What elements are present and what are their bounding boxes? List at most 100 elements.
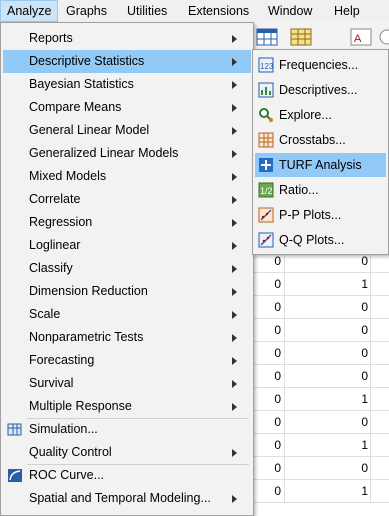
turf-analysis-icon bbox=[258, 157, 274, 173]
table-cell[interactable]: 0 bbox=[252, 411, 285, 433]
submenu-item-label: P-P Plots... bbox=[279, 208, 342, 222]
table-cell[interactable] bbox=[371, 319, 389, 341]
table-cell[interactable]: 0 bbox=[285, 296, 371, 318]
table-cell[interactable] bbox=[371, 296, 389, 318]
table-cell[interactable]: 0 bbox=[252, 342, 285, 364]
table-cell[interactable] bbox=[371, 365, 389, 387]
crosstabs-icon bbox=[258, 132, 274, 148]
submenu-arrow-icon bbox=[232, 495, 237, 503]
submenu-item-explore[interactable]: Explore... bbox=[255, 103, 386, 127]
table-row: 00 bbox=[252, 319, 389, 342]
menu-item-compare-means[interactable]: Compare Means bbox=[3, 96, 251, 119]
menu-item-label: Quality Control bbox=[29, 445, 112, 459]
chart-tool-icon[interactable]: A bbox=[350, 28, 372, 46]
submenu-arrow-icon bbox=[232, 173, 237, 181]
submenu-item-descriptives[interactable]: Descriptives... bbox=[255, 78, 386, 102]
table-cell[interactable] bbox=[371, 388, 389, 410]
table-cell[interactable] bbox=[371, 411, 389, 433]
pp-plots-icon bbox=[258, 207, 274, 223]
table-cell[interactable]: 0 bbox=[252, 296, 285, 318]
menu-item-generalized-linear-models[interactable]: Generalized Linear Models bbox=[3, 142, 251, 165]
submenu-arrow-icon bbox=[232, 334, 237, 342]
table-cell[interactable] bbox=[371, 273, 389, 295]
table-icon[interactable] bbox=[256, 28, 278, 46]
menu-item-classify[interactable]: Classify bbox=[3, 257, 251, 280]
table-cell[interactable] bbox=[371, 457, 389, 479]
table-cell[interactable]: 0 bbox=[252, 388, 285, 410]
submenu-arrow-icon bbox=[232, 104, 237, 112]
menu-item-label: Descriptive Statistics bbox=[29, 54, 145, 68]
menu-item-scale[interactable]: Scale bbox=[3, 303, 251, 326]
table-cell[interactable] bbox=[371, 480, 389, 502]
menu-item-multiple-response[interactable]: Multiple Response bbox=[3, 395, 251, 418]
submenu-arrow-icon bbox=[232, 242, 237, 250]
submenu-item-p-p-plots[interactable]: P-P Plots... bbox=[255, 203, 386, 227]
toolbar: A bbox=[252, 22, 389, 52]
table-cell[interactable]: 1 bbox=[285, 273, 371, 295]
menu-item-reports[interactable]: Reports bbox=[3, 27, 251, 50]
submenu-arrow-icon bbox=[232, 127, 237, 135]
menu-graphs[interactable]: Graphs bbox=[60, 0, 113, 22]
menu-utilities[interactable]: Utilities bbox=[121, 0, 173, 22]
table-cell[interactable]: 0 bbox=[252, 273, 285, 295]
submenu-arrow-icon bbox=[232, 35, 237, 43]
table-cell[interactable]: 0 bbox=[252, 319, 285, 341]
menu-item-nonparametric-tests[interactable]: Nonparametric Tests bbox=[3, 326, 251, 349]
table-row: 00 bbox=[252, 457, 389, 480]
menu-item-descriptive-statistics[interactable]: Descriptive Statistics bbox=[3, 50, 251, 73]
submenu-item-ratio[interactable]: 1/2 Ratio... bbox=[255, 178, 386, 202]
submenu-item-label: Ratio... bbox=[279, 183, 319, 197]
grid-table-icon[interactable] bbox=[290, 28, 312, 46]
menu-item-forecasting[interactable]: Forecasting bbox=[3, 349, 251, 372]
menu-item-regression[interactable]: Regression bbox=[3, 211, 251, 234]
table-cell[interactable]: 1 bbox=[285, 388, 371, 410]
circle-tool-icon[interactable] bbox=[376, 28, 389, 46]
submenu-arrow-icon bbox=[232, 403, 237, 411]
frequencies-icon: 123 bbox=[258, 57, 274, 73]
table-cell[interactable]: 0 bbox=[252, 457, 285, 479]
explore-icon bbox=[258, 107, 274, 123]
table-cell[interactable]: 0 bbox=[252, 434, 285, 456]
menu-item-bayesian-statistics[interactable]: Bayesian Statistics bbox=[3, 73, 251, 96]
table-cell[interactable]: 0 bbox=[285, 319, 371, 341]
menu-item-correlate[interactable]: Correlate bbox=[3, 188, 251, 211]
submenu-item-turf-analysis[interactable]: TURF Analysis bbox=[255, 153, 386, 177]
menu-item-loglinear[interactable]: Loglinear bbox=[3, 234, 251, 257]
table-row: 01 bbox=[252, 388, 389, 411]
table-cell[interactable]: 0 bbox=[252, 480, 285, 502]
menu-item-simulation[interactable]: Simulation... bbox=[3, 418, 251, 441]
menu-item-label: Simulation... bbox=[29, 422, 98, 436]
table-cell[interactable] bbox=[371, 434, 389, 456]
menu-item-dimension-reduction[interactable]: Dimension Reduction bbox=[3, 280, 251, 303]
table-cell[interactable] bbox=[371, 342, 389, 364]
table-cell[interactable]: 0 bbox=[252, 365, 285, 387]
ratio-icon: 1/2 bbox=[258, 182, 274, 198]
table-cell[interactable]: 1 bbox=[285, 480, 371, 502]
menu-item-label: Loglinear bbox=[29, 238, 81, 252]
submenu-item-q-q-plots[interactable]: Q-Q Plots... bbox=[255, 228, 386, 252]
submenu-arrow-icon bbox=[232, 58, 237, 66]
table-cell[interactable]: 0 bbox=[285, 365, 371, 387]
menu-item-label: General Linear Model bbox=[29, 123, 150, 137]
menu-item-quality-control[interactable]: Quality Control bbox=[3, 441, 251, 464]
menu-window[interactable]: Window bbox=[262, 0, 318, 22]
menu-item-mixed-models[interactable]: Mixed Models bbox=[3, 165, 251, 188]
menu-item-label: Compare Means bbox=[29, 100, 122, 114]
table-cell[interactable]: 0 bbox=[285, 411, 371, 433]
table-cell[interactable]: 1 bbox=[285, 434, 371, 456]
menu-item-survival[interactable]: Survival bbox=[3, 372, 251, 395]
table-cell[interactable]: 0 bbox=[285, 342, 371, 364]
submenu-item-crosstabs[interactable]: Crosstabs... bbox=[255, 128, 386, 152]
menu-help[interactable]: Help bbox=[328, 0, 366, 22]
submenu-item-frequencies[interactable]: 123 Frequencies... bbox=[255, 53, 386, 77]
menu-item-spatial-and-temporal-modeling[interactable]: Spatial and Temporal Modeling... bbox=[3, 487, 251, 510]
table-cell[interactable]: 0 bbox=[285, 457, 371, 479]
menu-item-roc-curve[interactable]: ROC Curve... bbox=[3, 464, 251, 487]
submenu-item-label: Crosstabs... bbox=[279, 133, 346, 147]
menu-item-label: Classify bbox=[29, 261, 73, 275]
menu-extensions[interactable]: Extensions bbox=[182, 0, 255, 22]
descriptive-statistics-submenu: 123 Frequencies... Descriptives... Explore.… bbox=[252, 49, 389, 255]
table-row: 00 bbox=[252, 411, 389, 434]
menu-analyze[interactable]: Analyze bbox=[0, 0, 59, 22]
menu-item-general-linear-model[interactable]: General Linear Model bbox=[3, 119, 251, 142]
